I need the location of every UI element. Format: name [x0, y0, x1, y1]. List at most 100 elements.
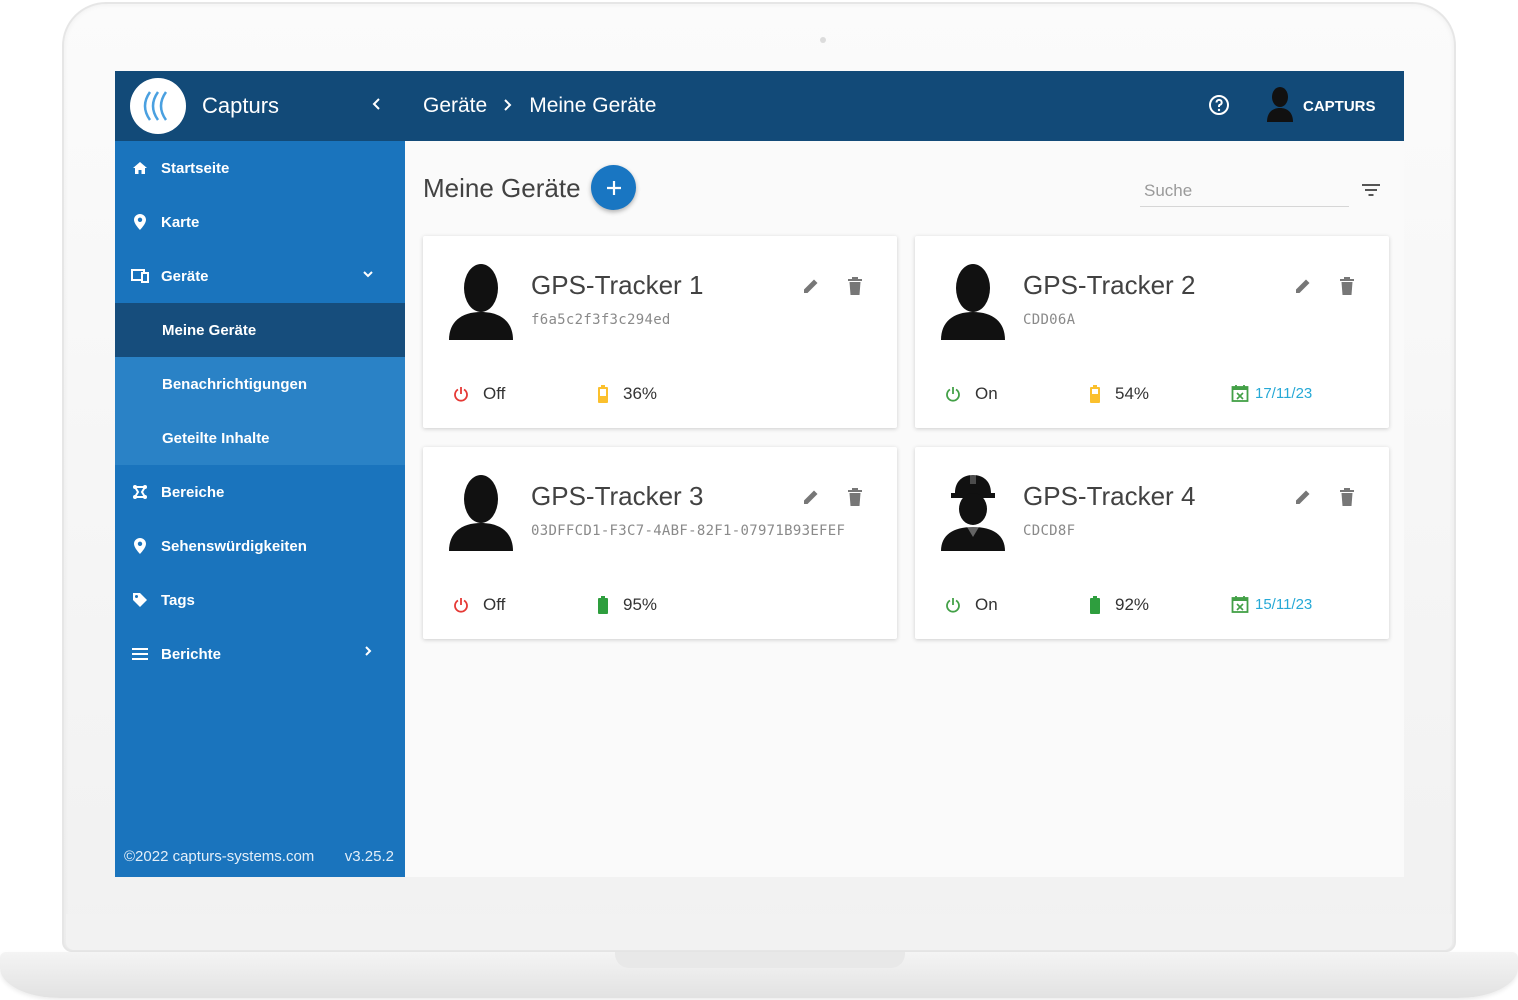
chevron-down-icon [361, 266, 379, 284]
geraete-submenu: Meine Geräte Benachrichtigungen Geteilte… [115, 303, 405, 465]
edit-icon[interactable] [1293, 487, 1315, 509]
power-label: Off [483, 595, 506, 614]
power-status: On [945, 595, 998, 615]
sidebar-item-karte[interactable]: Karte [115, 195, 405, 249]
main-content: Meine Geräte GPS-Tracker 1 f6a5c2f3f3c29… [405, 141, 1404, 877]
chevron-right-icon [361, 644, 379, 662]
battery-status: 36% [597, 384, 657, 404]
power-on-icon [946, 387, 960, 402]
battery-label: 54% [1115, 384, 1150, 403]
devices-icon [131, 267, 149, 285]
camera-dot [820, 37, 826, 43]
last-seen-date: 17/11/23 [1231, 384, 1312, 402]
worker-icon [937, 471, 1009, 553]
trash-icon[interactable] [846, 487, 868, 509]
power-off-icon [454, 598, 468, 613]
collapse-sidebar-icon[interactable] [371, 95, 381, 116]
power-status: On [945, 384, 998, 404]
filter-icon[interactable] [1361, 183, 1383, 205]
device-card[interactable]: GPS-Tracker 1 f6a5c2f3f3c294ed Off 36% [423, 236, 897, 428]
sidebar: Capturs Startseite Karte Geräte Meine Ge… [115, 71, 405, 877]
breadcrumb: Geräte Meine Geräte [423, 94, 656, 118]
laptop-notch [615, 952, 905, 968]
device-id: f6a5c2f3f3c294ed [531, 312, 671, 328]
copyright-text: ©2022 capturs-systems.com [124, 848, 315, 865]
device-name: GPS-Tracker 3 [531, 481, 704, 511]
breadcrumb-meine-geraete: Meine Geräte [529, 94, 657, 117]
map-pin-icon [131, 213, 149, 231]
topbar: Geräte Meine Geräte CAPTURS [405, 71, 1404, 141]
device-card[interactable]: GPS-Tracker 3 03DFFCD1-F3C7-4ABF-82F1-07… [423, 447, 897, 639]
area-icon [131, 483, 149, 501]
sidebar-footer: ©2022 capturs-systems.com v3.25.2 [124, 848, 394, 865]
sidebar-item-label: Startseite [161, 159, 230, 177]
power-status: Off [453, 595, 505, 615]
battery-status: 92% [1089, 595, 1149, 615]
sidebar-item-geraete[interactable]: Geräte [115, 249, 405, 303]
sidebar-item-tags[interactable]: Tags [115, 573, 405, 627]
add-device-button[interactable] [591, 165, 636, 210]
person-icon [445, 471, 517, 553]
sidebar-item-label: Tags [161, 591, 195, 609]
sidebar-item-label: Geräte [161, 267, 209, 285]
laptop-chin [66, 914, 1452, 950]
person-icon [445, 260, 517, 342]
power-label: On [975, 384, 998, 403]
trash-icon[interactable] [846, 276, 868, 298]
capturs-logo [130, 78, 186, 134]
breadcrumb-geraete[interactable]: Geräte [423, 94, 487, 118]
sidebar-item-label: Karte [161, 213, 200, 231]
calendar-icon [1231, 385, 1249, 402]
tag-icon [131, 591, 149, 609]
device-name: GPS-Tracker 4 [1023, 481, 1196, 511]
version-text: v3.25.2 [344, 848, 394, 865]
battery-label: 92% [1115, 595, 1150, 614]
search-input[interactable] [1140, 175, 1349, 207]
app-screen: Capturs Startseite Karte Geräte Meine Ge… [115, 71, 1404, 877]
sidebar-item-bereiche[interactable]: Bereiche [115, 465, 405, 519]
device-card[interactable]: GPS-Tracker 4 CDCD8F On 92% 15/11/23 [915, 447, 1389, 639]
calendar-icon [1231, 596, 1249, 613]
page-title: Meine Geräte [423, 173, 581, 203]
power-status: Off [453, 384, 505, 404]
sidebar-item-startseite[interactable]: Startseite [115, 141, 405, 195]
trash-icon[interactable] [1338, 276, 1360, 298]
device-id: CDCD8F [1023, 523, 1076, 539]
sidebar-nav: Startseite Karte Geräte Meine Geräte Ben… [115, 141, 405, 681]
power-label: Off [483, 384, 506, 403]
battery-label: 95% [623, 595, 658, 614]
device-id: CDD06A [1023, 312, 1076, 328]
date-label: 17/11/23 [1255, 384, 1313, 402]
date-label: 15/11/23 [1255, 595, 1313, 613]
sidebar-subitem-geteilte-inhalte[interactable]: Geteilte Inhalte [115, 411, 405, 465]
power-label: On [975, 595, 998, 614]
last-seen-date: 15/11/23 [1231, 595, 1312, 613]
battery-icon [598, 385, 608, 403]
edit-icon[interactable] [1293, 276, 1315, 298]
trash-icon[interactable] [1338, 487, 1360, 509]
edit-icon[interactable] [801, 487, 823, 509]
brand-header: Capturs [115, 71, 405, 141]
battery-status: 95% [597, 595, 657, 615]
chevron-right-icon [503, 95, 513, 118]
power-off-icon [454, 387, 468, 402]
device-name: GPS-Tracker 1 [531, 270, 704, 300]
person-icon [937, 260, 1009, 342]
help-icon[interactable] [1207, 93, 1231, 117]
sidebar-item-label: Bereiche [161, 483, 225, 501]
battery-icon [1090, 385, 1100, 403]
battery-full-icon [598, 596, 608, 614]
sidebar-item-berichte[interactable]: Berichte [115, 627, 405, 681]
sidebar-item-sehenswuerdigkeiten[interactable]: Sehenswürdigkeiten [115, 519, 405, 573]
sidebar-item-label: Berichte [161, 645, 222, 663]
sidebar-subitem-meine-geraete[interactable]: Meine Geräte [115, 303, 405, 357]
app-name: Capturs [202, 93, 280, 118]
device-id: 03DFFCD1-F3C7-4ABF-82F1-07971B93EFEF [531, 523, 846, 539]
user-menu[interactable]: CAPTURS [1265, 86, 1376, 125]
battery-full-icon [1090, 596, 1100, 614]
map-pin-icon [131, 537, 149, 555]
battery-label: 36% [623, 384, 658, 403]
device-card[interactable]: GPS-Tracker 2 CDD06A On 54% 17/11/23 [915, 236, 1389, 428]
sidebar-subitem-benachrichtigungen[interactable]: Benachrichtigungen [115, 357, 405, 411]
edit-icon[interactable] [801, 276, 823, 298]
